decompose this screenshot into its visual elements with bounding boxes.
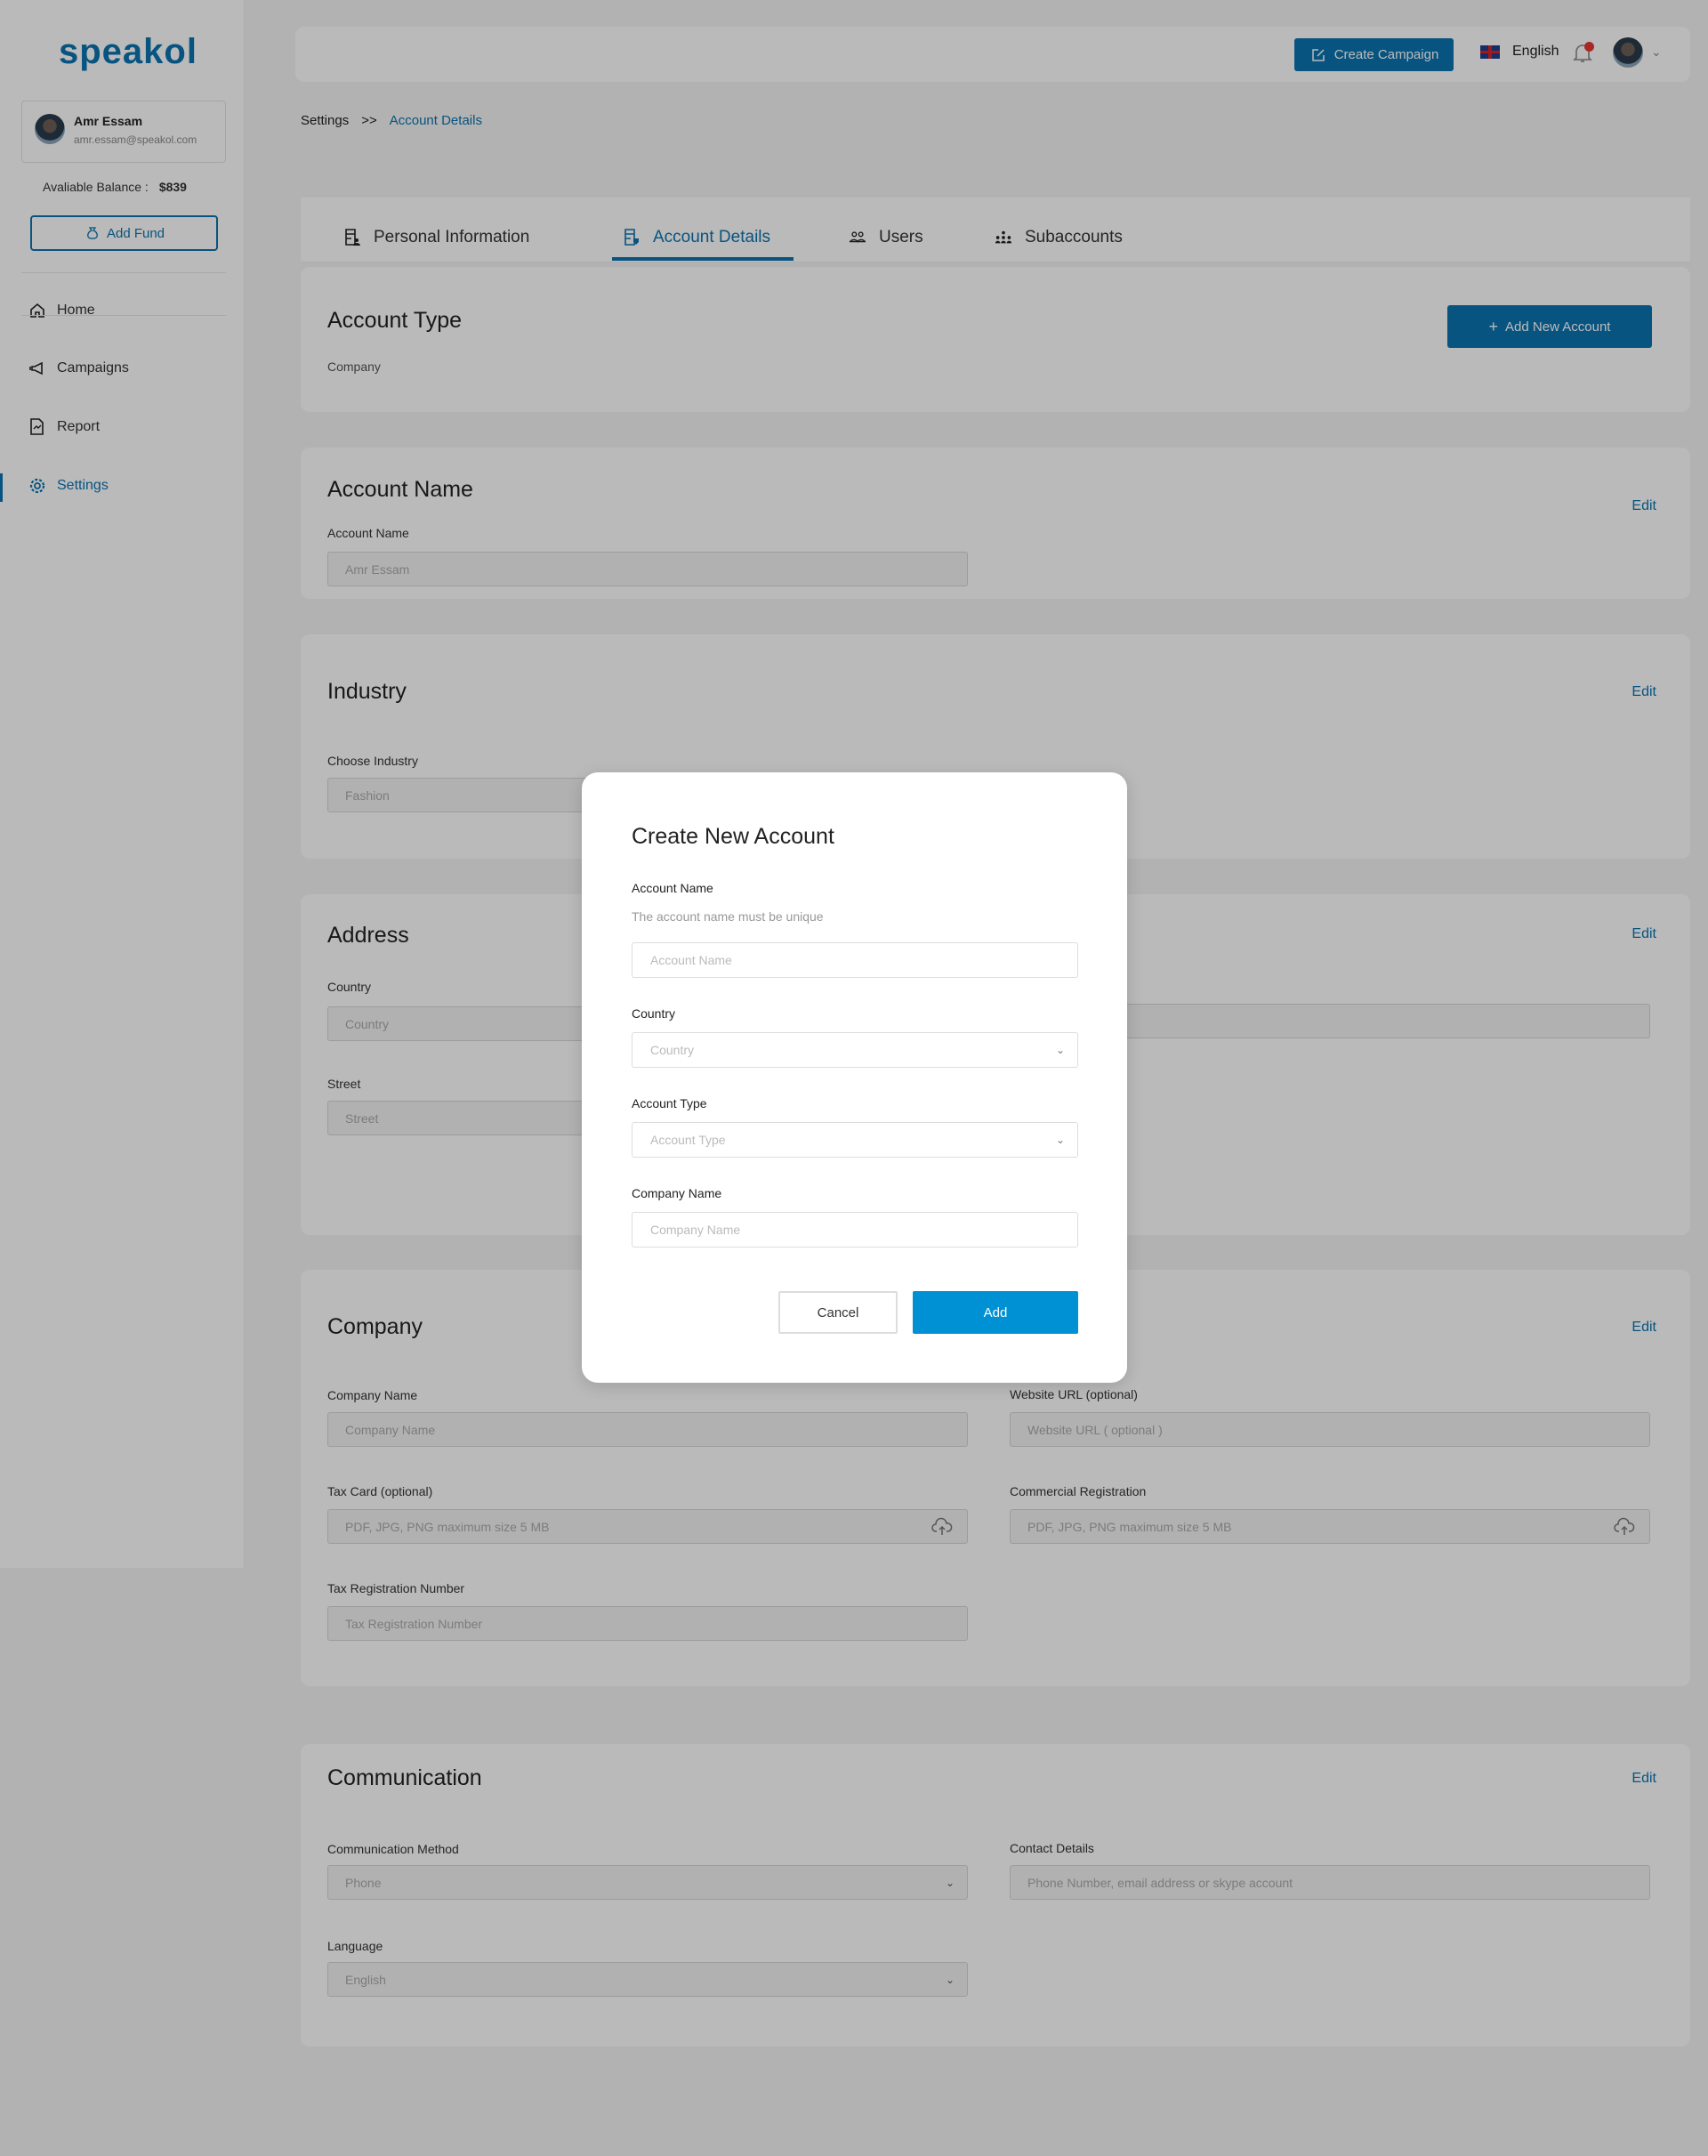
create-account-modal: Create New Account Account Name The acco…: [582, 772, 1127, 1383]
cancel-button[interactable]: Cancel: [778, 1291, 898, 1334]
account-name-input[interactable]: Account Name: [632, 942, 1078, 978]
field-hint: The account name must be unique: [632, 909, 824, 924]
field-label: Account Name: [632, 881, 713, 895]
company-name-input[interactable]: Company Name: [632, 1212, 1078, 1248]
modal-title: Create New Account: [632, 824, 834, 849]
country-select[interactable]: Country ⌄: [632, 1032, 1078, 1068]
field-label: Company Name: [632, 1186, 722, 1200]
chevron-down-icon: ⌄: [1055, 1134, 1065, 1146]
select-placeholder: Country: [650, 1043, 695, 1057]
account-type-select[interactable]: Account Type ⌄: [632, 1122, 1078, 1158]
add-button[interactable]: Add: [913, 1291, 1078, 1334]
chevron-down-icon: ⌄: [1055, 1044, 1065, 1056]
field-label: Country: [632, 1006, 676, 1021]
select-placeholder: Account Type: [650, 1133, 726, 1147]
field-label: Account Type: [632, 1096, 707, 1110]
